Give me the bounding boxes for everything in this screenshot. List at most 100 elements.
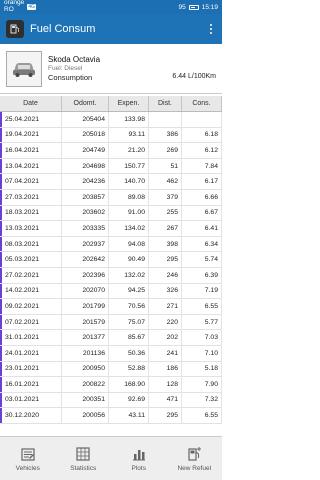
cell-date: 31.01.2021 [0,330,62,345]
cell-expense: 93.11 [109,127,149,143]
cell-odometer: 202937 [62,236,109,252]
cell-expense: 90.49 [109,252,149,267]
overflow-menu-icon[interactable] [206,20,216,38]
table-row[interactable]: 09.02.2021 201799 70.56 271 6.55 [0,299,222,315]
cell-distance: 267 [149,221,182,236]
table-row[interactable]: 25.04.2021 205404 133.98 [0,112,222,128]
cell-odometer: 203602 [62,205,109,221]
network-badge: 4G [27,4,36,10]
table-row[interactable]: 05.03.2021 202642 90.49 295 5.74 [0,252,222,268]
cell-odometer: 204698 [62,158,109,174]
cell-expense: 50.36 [109,345,149,361]
vehicles-icon [21,447,35,461]
vehicle-card[interactable]: Skoda Octavia Fuel: Diesel Consumption 6… [0,44,222,94]
cell-consumption: 6.55 [182,408,222,423]
table-row[interactable]: 27.03.2021 203857 89.08 379 6.66 [0,189,222,206]
table-row[interactable]: 16.04.2021 204749 21.20 269 6.12 [0,143,222,159]
cell-expense: 43.11 [109,408,149,423]
cell-date: 13.03.2021 [0,221,62,236]
table-row[interactable]: 08.03.2021 202937 94.08 398 6.34 [0,236,222,253]
table-row[interactable]: 16.01.2021 200822 168.90 128 7.90 [0,377,222,393]
statistics-icon [76,446,90,461]
column-header-odometer[interactable]: Odomt. [62,96,109,111]
table-row[interactable]: 27.02.2021 202396 132.02 246 6.39 [0,267,222,284]
cell-consumption: 6.17 [182,174,222,189]
cell-date: 07.02.2021 [0,314,62,330]
status-bar: orange RO 4G 95 15:19 [0,0,222,14]
column-header-consumption[interactable]: Cons. [182,96,222,111]
column-header-date[interactable]: Date [0,96,62,111]
cell-expense: 134.02 [109,221,149,236]
consumption-label: Consumption [48,73,93,82]
cell-odometer: 201377 [62,330,109,345]
table-row[interactable]: 13.03.2021 203335 134.02 267 6.41 [0,221,222,237]
cell-distance: 462 [149,174,182,189]
cell-date: 16.04.2021 [0,143,62,158]
cell-distance: 202 [149,330,182,345]
table-row[interactable]: 23.01.2021 200950 52.88 186 5.18 [0,361,222,378]
nav-plots[interactable]: Plots [111,437,167,480]
table-row[interactable]: 31.01.2021 201377 85.67 202 7.03 [0,330,222,346]
cell-date: 19.04.2021 [0,127,62,143]
table-row[interactable]: 03.01.2021 200351 92.69 471 7.32 [0,392,222,409]
cell-odometer: 202642 [62,252,109,267]
cell-distance: 295 [149,252,182,267]
cell-distance: 220 [149,314,182,330]
cell-odometer: 200822 [62,377,109,392]
nav-vehicles[interactable]: Vehicles [0,437,56,480]
cell-expense: 91.00 [109,205,149,221]
cell-consumption: 6.39 [182,267,222,283]
table-row[interactable]: 24.01.2021 201136 50.36 241 7.10 [0,345,222,362]
cell-expense: 85.67 [109,330,149,345]
cell-consumption: 7.19 [182,283,222,299]
cell-consumption: 6.41 [182,221,222,236]
vehicle-fuel: Fuel: Diesel [48,65,83,72]
cell-odometer: 200351 [62,392,109,408]
cell-distance: 186 [149,361,182,377]
cell-odometer: 204749 [62,143,109,158]
table-row[interactable]: 07.04.2021 204236 140.70 462 6.17 [0,174,222,190]
cell-consumption [182,112,222,127]
table-row[interactable]: 18.03.2021 203602 91.00 255 6.67 [0,205,222,222]
nav-new-refuel[interactable]: New Refuel [167,437,223,480]
cell-expense: 133.98 [109,112,149,127]
table-row[interactable]: 30.12.2020 200056 43.11 295 6.55 [0,408,222,424]
column-header-distance[interactable]: Dist. [149,96,182,111]
table-row[interactable]: 19.04.2021 205018 93.11 386 6.18 [0,127,222,144]
cell-date: 30.12.2020 [0,408,62,423]
table-row[interactable]: 07.02.2021 201579 75.07 220 5.77 [0,314,222,331]
cell-consumption: 6.66 [182,189,222,205]
nav-statistics[interactable]: Statistics [56,437,112,480]
cell-date: 18.03.2021 [0,205,62,221]
consumption-value: 6.44 L/100Km [172,73,216,80]
cell-distance: 398 [149,236,182,252]
cell-distance: 271 [149,299,182,314]
cell-distance: 128 [149,377,182,392]
cell-date: 14.02.2021 [0,283,62,299]
cell-date: 27.03.2021 [0,189,62,205]
cell-distance: 246 [149,267,182,283]
vehicle-name: Skoda Octavia [48,55,101,64]
clock: 15:19 [201,3,218,11]
cell-consumption: 6.18 [182,127,222,143]
cell-date: 25.04.2021 [0,112,62,127]
cell-expense: 150.77 [109,158,149,174]
cell-odometer: 202396 [62,267,109,283]
cell-expense: 52.88 [109,361,149,377]
car-icon [6,50,42,87]
cell-date: 27.02.2021 [0,267,62,283]
battery-level: 95 [178,3,186,11]
cell-consumption: 5.74 [182,252,222,267]
cell-consumption: 7.32 [182,392,222,408]
cell-consumption: 5.18 [182,361,222,377]
cell-expense: 75.07 [109,314,149,330]
cell-distance: 386 [149,127,182,143]
table-row[interactable]: 13.04.2021 204698 150.77 51 7.84 [0,158,222,175]
fuel-pump-logo-icon [6,20,24,38]
cell-consumption: 6.12 [182,143,222,158]
column-header-expense[interactable]: Expen. [109,96,149,111]
table-row[interactable]: 14.02.2021 202070 94.25 326 7.19 [0,283,222,300]
cell-expense: 168.90 [109,377,149,392]
cell-odometer: 200056 [62,408,109,423]
app-title: Fuel Consum [30,23,96,35]
